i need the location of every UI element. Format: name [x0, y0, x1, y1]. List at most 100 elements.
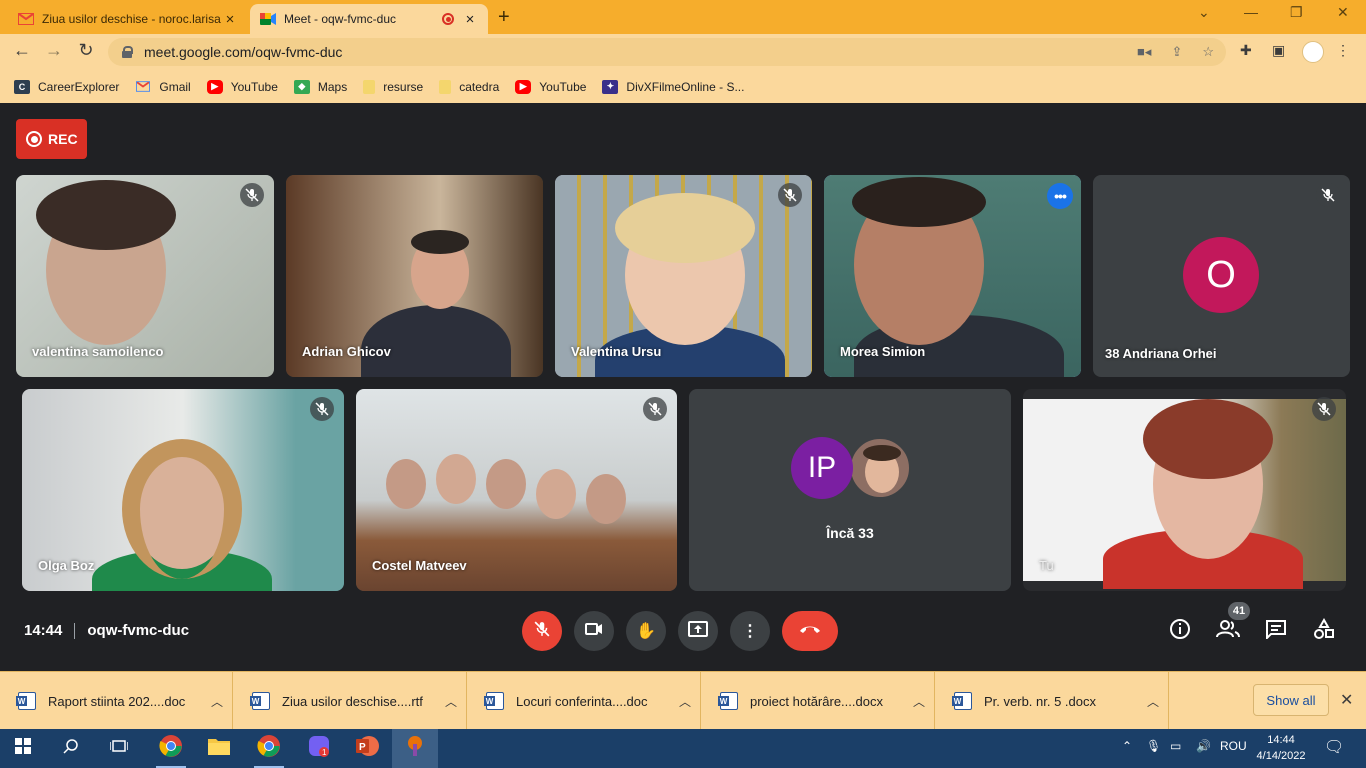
others-tile[interactable]: IP Încă 33: [689, 389, 1011, 591]
participant-tile[interactable]: Valentina Ursu: [555, 175, 812, 377]
address-bar[interactable]: meet.google.com/oqw-fvmc-duc ■◂ ⇪ ☆: [108, 38, 1226, 66]
clock-date: 4/14/2022: [1256, 750, 1306, 762]
search-button[interactable]: [48, 729, 94, 768]
side-panel-icon[interactable]: ▣: [1272, 42, 1285, 59]
camera-toggle-button[interactable]: [574, 611, 614, 651]
present-screen-button[interactable]: [678, 611, 718, 651]
chevron-up-icon[interactable]: ︿: [202, 693, 232, 710]
back-button[interactable]: ←: [10, 40, 34, 61]
microphone-tray-icon[interactable]: 🎙: [1146, 739, 1161, 753]
hang-up-icon: [798, 622, 822, 640]
bookmark-label: YouTube: [539, 79, 587, 94]
recording-button[interactable]: REC: [16, 119, 87, 159]
url-text: meet.google.com/oqw-fvmc-duc: [144, 44, 343, 60]
taskbar-chrome-2[interactable]: [246, 729, 292, 768]
chat-icon: [1265, 619, 1287, 644]
meeting-details-button[interactable]: [1167, 618, 1193, 644]
lock-icon[interactable]: [122, 46, 133, 58]
bookmark-label: CareerExplorer: [38, 79, 120, 94]
camera-icon[interactable]: ■◂: [1137, 44, 1151, 60]
reload-button[interactable]: ↻: [74, 40, 98, 61]
download-filename: Ziua usilor deschise....rtf: [282, 693, 423, 709]
participant-tile-active-speaker[interactable]: ••• Morea Simion: [824, 175, 1081, 377]
leave-call-button[interactable]: [782, 611, 838, 651]
volume-icon[interactable]: 🔊: [1196, 739, 1211, 753]
taskbar-clock[interactable]: 14:44 4/14/2022: [1254, 732, 1308, 764]
taskbar-chrome[interactable]: [148, 729, 194, 768]
start-button[interactable]: [0, 729, 46, 768]
extensions-icon[interactable]: ✚: [1240, 42, 1252, 59]
meeting-info: 14:44 oqw-fvmc-duc: [24, 622, 189, 639]
close-window-button[interactable]: ✕: [1337, 4, 1349, 21]
raise-hand-button[interactable]: ✋: [626, 611, 666, 651]
participant-tile[interactable]: Adrian Ghicov: [286, 175, 543, 377]
show-all-downloads-button[interactable]: Show all: [1253, 684, 1329, 716]
self-tile[interactable]: Tu: [1023, 389, 1346, 591]
bookmark-item[interactable]: Gmail: [135, 80, 191, 94]
bookmark-item[interactable]: ▶ YouTube: [206, 79, 278, 94]
tab-gmail[interactable]: Ziua usilor deschise - noroc.larisa ×: [8, 4, 248, 34]
tab-meet[interactable]: Meet - oqw-fvmc-duc ×: [250, 4, 488, 34]
participant-name: Adrian Ghicov: [302, 344, 391, 359]
input-language[interactable]: ROU: [1220, 739, 1247, 753]
download-item[interactable]: Ziua usilor deschise....rtf ︿: [234, 672, 467, 730]
download-item[interactable]: proiect hotărâre....docx ︿: [702, 672, 935, 730]
mic-off-icon: [534, 621, 550, 642]
folder-icon: [207, 736, 231, 761]
forward-button[interactable]: →: [42, 40, 66, 61]
mic-toggle-button[interactable]: [522, 611, 562, 651]
people-button[interactable]: [1215, 618, 1241, 644]
taskbar-viber[interactable]: 1: [296, 729, 342, 768]
participant-tile[interactable]: O 38 Andriana Orhei: [1093, 175, 1350, 377]
bookmark-item[interactable]: C CareerExplorer: [14, 79, 120, 94]
minimize-button[interactable]: —: [1244, 4, 1258, 20]
mic-off-icon: [1312, 397, 1336, 421]
chat-button[interactable]: [1263, 618, 1289, 644]
participant-tile[interactable]: valentina samoilenco: [16, 175, 274, 377]
new-tab-button[interactable]: +: [498, 6, 510, 29]
more-options-icon[interactable]: •••: [1047, 183, 1073, 209]
bookmark-item[interactable]: resurse: [363, 79, 424, 94]
others-count-label: Încă 33: [826, 525, 874, 541]
profile-avatar[interactable]: [1302, 41, 1324, 63]
bookmark-item[interactable]: ◆ Maps: [293, 79, 347, 94]
close-icon[interactable]: ✕: [1340, 690, 1353, 710]
bookmark-item[interactable]: ▶ YouTube: [515, 79, 587, 94]
word-document-icon: [16, 692, 36, 710]
share-icon[interactable]: ⇪: [1171, 44, 1182, 60]
browser-toolbar: ← → ↻ meet.google.com/oqw-fvmc-duc ■◂ ⇪ …: [0, 34, 1366, 70]
bookmark-label: resurse: [383, 79, 424, 94]
download-item[interactable]: Pr. verb. nr. 5 .docx ︿: [936, 672, 1169, 730]
taskbar-active-app[interactable]: [392, 729, 438, 768]
chevron-up-icon[interactable]: ︿: [670, 693, 700, 710]
participant-tile[interactable]: Olga Boz: [22, 389, 344, 591]
participant-count-badge: 41: [1228, 602, 1250, 620]
taskbar-powerpoint[interactable]: P: [344, 729, 390, 768]
bookmark-item[interactable]: ✦ DivXFilmeOnline - S...: [602, 79, 745, 94]
chevron-up-icon[interactable]: ︿: [436, 693, 466, 710]
menu-icon[interactable]: ⋮: [1336, 42, 1350, 59]
network-icon[interactable]: ▭: [1170, 739, 1181, 753]
bookmark-star-icon[interactable]: ☆: [1202, 44, 1214, 60]
chevron-up-icon[interactable]: ︿: [1138, 693, 1168, 710]
restore-button[interactable]: ❐: [1290, 4, 1303, 21]
bookmark-item[interactable]: catedra: [439, 79, 499, 94]
participant-tile[interactable]: Costel Matveev: [356, 389, 677, 591]
tab-search-icon[interactable]: ⌄: [1198, 4, 1210, 21]
activities-button[interactable]: [1311, 617, 1337, 644]
chrome-icon: [159, 734, 183, 763]
participant-name: Morea Simion: [840, 344, 926, 359]
close-tab-icon[interactable]: ×: [462, 11, 478, 28]
chevron-up-icon[interactable]: ︿: [904, 693, 934, 710]
notifications-icon[interactable]: 🗨: [1324, 737, 1344, 757]
bookmark-label: DivXFilmeOnline - S...: [626, 79, 745, 94]
download-item[interactable]: Raport stiinta 202....doc ︿: [0, 672, 233, 730]
task-view-button[interactable]: [96, 729, 142, 768]
taskbar-file-explorer[interactable]: [196, 729, 242, 768]
tray-overflow-icon[interactable]: ⌃: [1122, 739, 1132, 753]
record-icon: [26, 131, 42, 147]
participant-name: 38 Andriana Orhei: [1105, 346, 1217, 361]
more-options-button[interactable]: ⋮: [730, 611, 770, 651]
download-item[interactable]: Locuri conferinta....doc ︿: [468, 672, 701, 730]
close-tab-icon[interactable]: ×: [222, 11, 238, 28]
